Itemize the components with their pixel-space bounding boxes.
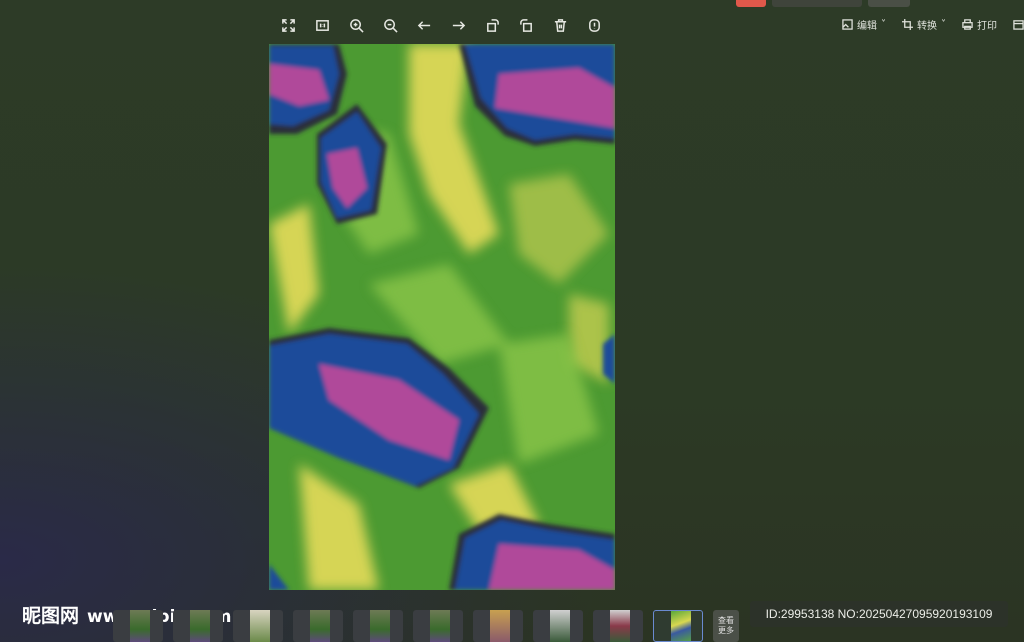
chevron-down-icon: ˅: [941, 19, 946, 30]
action-bar: 编辑 ˅ 转换 ˅ 打印: [842, 17, 1024, 32]
thumbnail-strip: 查看更多: [113, 610, 739, 642]
info-button[interactable]: [582, 14, 606, 36]
top-button[interactable]: [868, 0, 910, 7]
thumbnail[interactable]: [473, 610, 523, 642]
actual-size-button[interactable]: [310, 14, 334, 36]
convert-label: 转换: [917, 21, 937, 32]
thumbnail[interactable]: [533, 610, 583, 642]
image-preview[interactable]: [269, 44, 615, 590]
view-more-button[interactable]: 查看更多: [713, 610, 739, 642]
arrow-right-icon: [452, 20, 465, 30]
image-edit-icon: [842, 19, 853, 30]
brand-name: 昵图网: [22, 605, 80, 627]
zoom-in-icon: [349, 18, 364, 33]
viewer-toolbar: [276, 14, 606, 36]
thumbnail[interactable]: [113, 610, 163, 642]
top-window-strip: [736, 0, 910, 7]
top-info-pill: [772, 0, 862, 7]
fullscreen-button[interactable]: [276, 14, 300, 36]
crop-icon: [902, 19, 913, 30]
zoom-out-icon: [383, 18, 398, 33]
arrow-left-icon: [417, 20, 430, 30]
thumbnail[interactable]: [173, 610, 223, 642]
edit-menu[interactable]: 编辑 ˅: [842, 17, 886, 32]
more-action-button[interactable]: [1013, 17, 1024, 32]
chevron-down-icon: ˅: [881, 19, 886, 30]
info-icon: [588, 18, 600, 32]
print-label: 打印: [977, 21, 997, 32]
zoom-out-button[interactable]: [378, 14, 402, 36]
thumbnail[interactable]: [593, 610, 643, 642]
convert-menu[interactable]: 转换 ˅: [902, 17, 946, 32]
thumbnail[interactable]: [233, 610, 283, 642]
fullscreen-icon: [281, 18, 295, 32]
next-button[interactable]: [446, 14, 470, 36]
rotate-left-button[interactable]: [480, 14, 504, 36]
box-icon: [1013, 20, 1024, 30]
vip-badge[interactable]: [736, 0, 766, 7]
thumbnail[interactable]: [413, 610, 463, 642]
edit-label: 编辑: [857, 21, 877, 32]
image-id-info: ID:29953138 NO:20250427095920193109: [750, 601, 1008, 627]
rotate-right-button[interactable]: [514, 14, 538, 36]
pattern-image: [269, 44, 615, 590]
printer-icon: [962, 19, 973, 30]
thumbnail[interactable]: [353, 610, 403, 642]
thumbnail[interactable]: [293, 610, 343, 642]
print-button[interactable]: 打印: [962, 17, 997, 32]
previous-button[interactable]: [412, 14, 436, 36]
delete-button[interactable]: [548, 14, 572, 36]
rotate-right-icon: [519, 18, 532, 32]
thumbnail-active[interactable]: [653, 610, 703, 642]
trash-icon: [554, 18, 566, 32]
actual-size-icon: [315, 19, 329, 31]
zoom-in-button[interactable]: [344, 14, 368, 36]
rotate-left-icon: [486, 18, 499, 32]
